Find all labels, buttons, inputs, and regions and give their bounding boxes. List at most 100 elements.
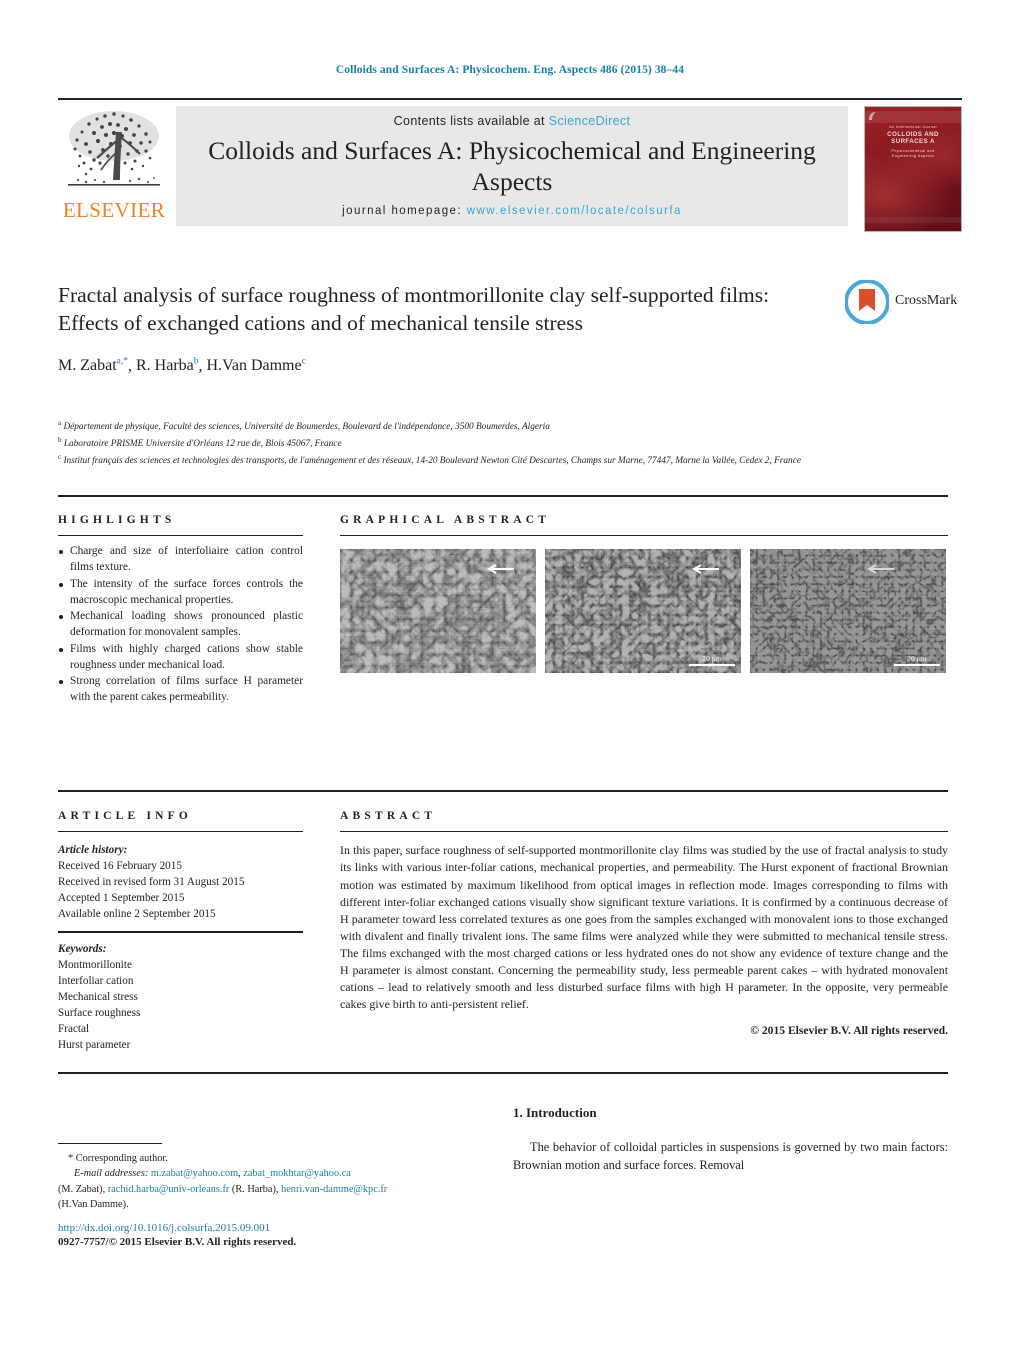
doi-link[interactable]: http://dx.doi.org/10.1016/j.colsurfa.201… — [58, 1222, 488, 1234]
elsevier-wordmark: ELSEVIER — [62, 198, 166, 222]
email-addresses-line-1: E-mail addresses: m.zabat@yahoo.com, zab… — [58, 1166, 488, 1181]
banner-center: Contents lists available at ScienceDirec… — [176, 106, 848, 226]
cover-line3: Physicochemical and Engineering Aspects — [891, 149, 935, 158]
journal-cover-thumbnail: An International Journal COLLOIDS AND SU… — [864, 106, 962, 232]
micrograph-1 — [340, 549, 536, 674]
scale-bar-2: 20 µm — [689, 655, 735, 667]
article-info-rule — [58, 831, 303, 833]
cover-top-band — [865, 111, 961, 123]
journal-title: Colloids and Surfaces A: Physicochemical… — [208, 136, 816, 197]
journal-article-page: Colloids and Surfaces A: Physicochem. En… — [0, 0, 1020, 1351]
scale-bar-line — [689, 664, 735, 667]
corresponding-author-note: * Corresponding author. — [68, 1153, 168, 1165]
email-link-2[interactable]: zabat_mokhtar@yahoo.ca — [243, 1168, 351, 1179]
author-list: M. Zabata,*, R. Harbab, H.Van Dammec — [58, 357, 818, 375]
affiliations: a Département de physique, Faculté des s… — [58, 418, 948, 468]
keyword-item: Interfoliar cation — [58, 974, 134, 987]
page-title: Fractal analysis of surface roughness of… — [58, 283, 770, 335]
crossmark-badge[interactable]: CrossMark — [845, 280, 957, 326]
email-addresses-line-2: (M. Zabat), rachid.harba@univ-orleans.fr… — [58, 1182, 488, 1197]
section-rule-bottom — [58, 1072, 948, 1074]
sciencedirect-link[interactable]: ScienceDirect — [549, 114, 631, 128]
email-addresses-label: E-mail addresses: — [74, 1168, 149, 1180]
author-3-marks: c — [301, 356, 306, 367]
history-revised: Received in revised form 31 August 2015 — [58, 876, 245, 889]
affiliation-c: c Institut français des sciences et tech… — [58, 452, 801, 466]
footnote-body: * Corresponding author. E-mail addresses… — [58, 1151, 488, 1212]
affiliation-a: a Département de physique, Faculté des s… — [58, 419, 550, 433]
graphical-abstract-rule — [340, 535, 948, 537]
copyright-line: © 2015 Elsevier B.V. All rights reserved… — [750, 1024, 948, 1038]
highlights-section: HIGHLIGHTS Charge and size of interfolia… — [58, 514, 303, 707]
arrow-icon — [691, 564, 719, 575]
graphical-abstract-heading: GRAPHICAL ABSTRACT — [340, 514, 551, 526]
contents-available-line: Contents lists available at ScienceDirec… — [394, 114, 631, 128]
email-owner-3: (H.Van Damme). — [58, 1198, 129, 1210]
email-owner-1: (M. Zabat), — [58, 1183, 108, 1195]
keywords-label: Keywords: — [58, 942, 107, 955]
keyword-item: Fractal — [58, 1022, 90, 1035]
scale-bar-label: 20 µm — [702, 653, 722, 663]
list-item: Strong correlation of films surface H pa… — [58, 674, 303, 705]
banner-top-rule — [58, 98, 962, 100]
email-owner-2: (R. Harba), — [229, 1183, 282, 1195]
scale-bar-line — [894, 664, 940, 667]
keyword-item: Montmorillonite — [58, 958, 132, 971]
article-info-heading: ARTICLE INFO — [58, 810, 193, 822]
cover-elsevier-mark — [869, 112, 876, 120]
author-2: R. Harbab — [136, 356, 199, 375]
section-rule-top — [58, 495, 948, 497]
article-history-label: Article history: — [58, 844, 128, 857]
journal-homepage-line: journal homepage: www.elsevier.com/locat… — [342, 205, 682, 217]
article-history: Article history: Received 16 February 20… — [58, 842, 303, 922]
history-received: Received 16 February 2015 — [58, 860, 182, 873]
highlights-heading: HIGHLIGHTS — [58, 514, 176, 526]
author-3: H.Van Dammec — [206, 356, 306, 375]
arrow-icon — [486, 564, 514, 575]
list-item: Films with highly charged cations show s… — [58, 642, 303, 673]
footnote-rule — [58, 1143, 162, 1145]
elsevier-tree-icon — [64, 106, 164, 198]
email-link-3[interactable]: rachid.harba@univ-orleans.fr — [108, 1184, 230, 1195]
article-info-section: ARTICLE INFO Article history: Received 1… — [58, 810, 303, 1053]
elsevier-logo: ELSEVIER — [60, 106, 168, 226]
contents-prefix: Contents lists available at — [393, 114, 545, 128]
crossmark-label: CrossMark — [895, 293, 958, 308]
keyword-item: Hurst parameter — [58, 1038, 131, 1051]
author-1: M. Zabata,* — [58, 356, 128, 375]
history-online: Available online 2 September 2015 — [58, 908, 216, 921]
abstract-text: In this paper, surface roughness of self… — [340, 843, 948, 1012]
section-rule-middle — [58, 790, 948, 792]
running-head: Colloids and Surfaces A: Physicochem. En… — [335, 64, 685, 76]
scale-bar-label: 20 µm — [907, 653, 927, 663]
history-accepted: Accepted 1 September 2015 — [58, 892, 185, 905]
author-1-marks: a,* — [116, 356, 128, 367]
micrograph-2: 20 µm — [545, 549, 741, 674]
affiliation-b: b Laboratoire PRISME Universite d'Orléan… — [58, 435, 342, 449]
list-item: Mechanical loading shows pronounced plas… — [58, 609, 303, 640]
introduction-heading: 1. Introduction — [513, 1105, 597, 1120]
micrograph-3: 20 µm — [750, 549, 946, 674]
list-item: Charge and size of interfoliaire cation … — [58, 544, 303, 575]
title-block: Fractal analysis of surface roughness of… — [58, 282, 818, 375]
journal-homepage-link[interactable]: www.elsevier.com/locate/colsurfa — [467, 205, 682, 217]
keywords-block: Keywords: Montmorillonite Interfoliar ca… — [58, 941, 303, 1053]
keywords-divider — [58, 931, 303, 933]
cover-bottom-band — [865, 217, 961, 223]
author-sep-2: , — [198, 357, 207, 375]
homepage-prefix: journal homepage: — [342, 205, 463, 218]
scale-bar-3: 20 µm — [894, 655, 940, 667]
abstract-rule — [340, 831, 948, 833]
abstract-heading: ABSTRACT — [340, 810, 437, 822]
issn-copyright-line: 0927-7757/© 2015 Elsevier B.V. All right… — [58, 1236, 297, 1249]
crossmark-icon — [845, 280, 889, 324]
email-link-4[interactable]: henri.van-damme@kpc.fr — [281, 1184, 387, 1195]
graphical-abstract-section: GRAPHICAL ABSTRACT 20 µm 20 µm — [340, 514, 948, 674]
highlights-rule — [58, 535, 303, 537]
cover-line1: An International Journal — [889, 125, 937, 129]
abstract-section: ABSTRACT In this paper, surface roughnes… — [340, 810, 948, 1037]
arrow-icon — [866, 564, 894, 575]
keyword-item: Mechanical stress — [58, 990, 138, 1003]
list-item: The intensity of the surface forces cont… — [58, 577, 303, 608]
email-link-1[interactable]: m.zabat@yahoo.com — [151, 1168, 238, 1179]
